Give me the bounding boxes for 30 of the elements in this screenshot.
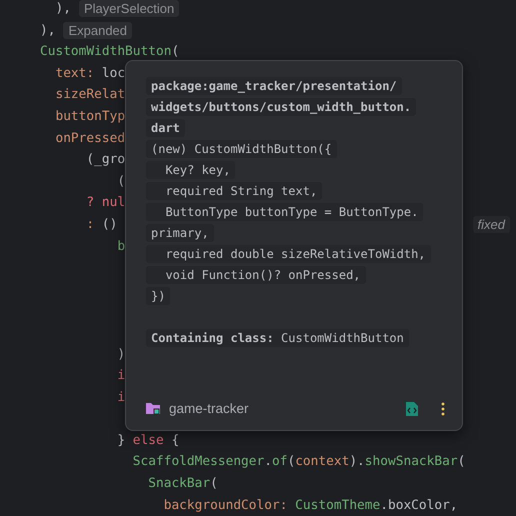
code-text: text: loc [54, 64, 126, 83]
code-text: CustomWidthButton( [40, 43, 180, 62]
inlay-hint: fixed [472, 216, 510, 234]
file-code-icon[interactable] [406, 402, 418, 416]
code-text: ? nul [85, 194, 126, 212]
containing-class: Containing class: CustomWidthButton [146, 329, 409, 347]
code-text: } else { [116, 432, 180, 450]
code-text: ), [40, 22, 56, 40]
folder-icon [146, 402, 161, 415]
code-text: ( [116, 172, 126, 191]
code-text: onPressed [54, 130, 126, 148]
inlay-hint: Expanded [63, 22, 132, 39]
more-options-icon[interactable] [440, 402, 446, 416]
code-text: ), [54, 0, 71, 18]
code-text: buttonTyp [54, 108, 126, 126]
code-text: sizeRelat [54, 86, 126, 104]
code-text: ) [116, 346, 126, 364]
code-text: (_gro [85, 151, 126, 170]
code-text: ScaffoldMessenger.of(context).showSnackBar( [132, 453, 466, 472]
code-text: backgroundColor: CustomTheme.boxColor, [162, 496, 458, 515]
file-path: widgets/buttons/custom_width_button. [146, 98, 416, 116]
code-text: i [116, 367, 126, 386]
file-path: dart [146, 119, 185, 137]
inlay-hint: PlayerSelection [78, 0, 180, 18]
code-text: i [116, 388, 126, 407]
code-text: : () [85, 216, 118, 234]
project-name: game-tracker [169, 401, 249, 416]
file-path: package:game_tracker/presentation/ [146, 77, 402, 95]
code-text: SnackBar( [147, 475, 218, 494]
code-text: b [116, 238, 126, 256]
